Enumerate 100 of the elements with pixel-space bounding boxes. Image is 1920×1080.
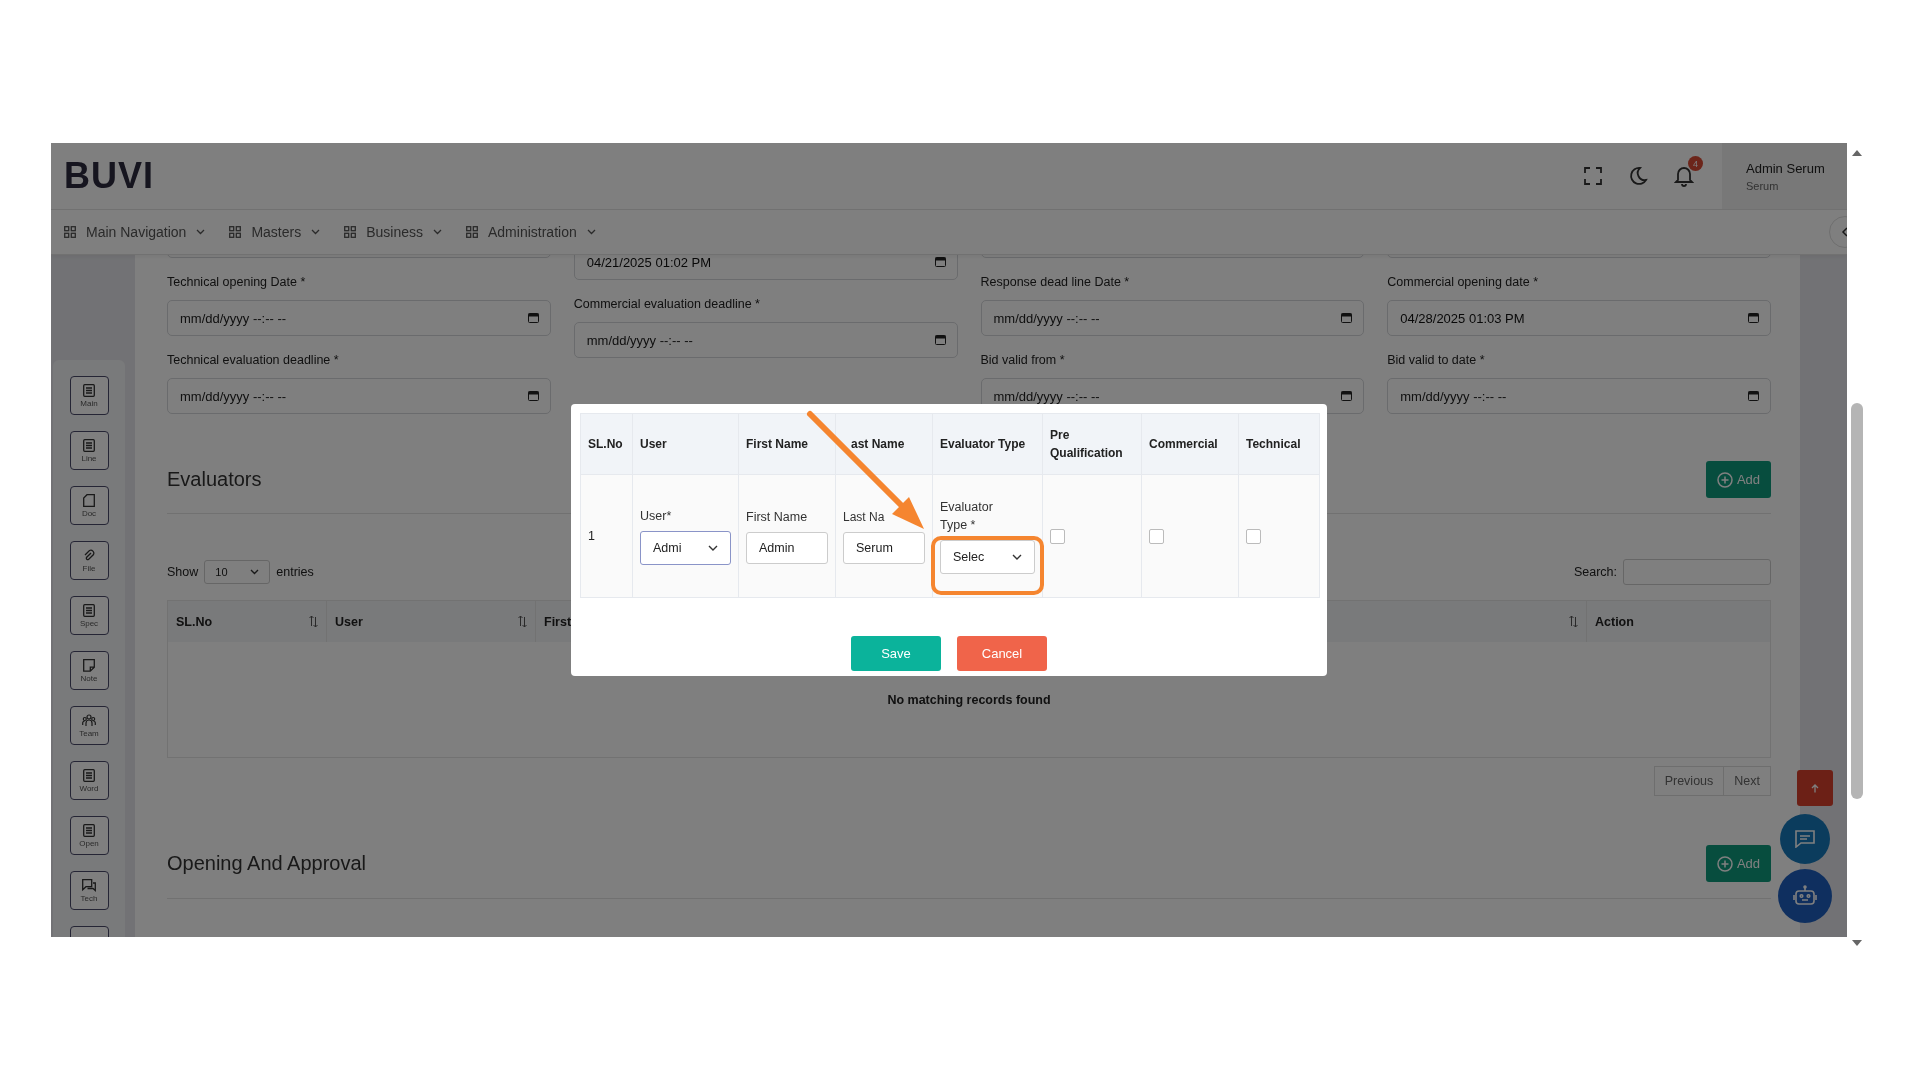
section-title: Evaluators	[167, 468, 262, 491]
pagination-button[interactable]: Next	[1724, 766, 1771, 796]
pagination-button[interactable]: Previous	[1653, 766, 1725, 796]
scroll-to-top-button[interactable]	[1796, 770, 1833, 806]
search-label: Search:	[1573, 565, 1617, 579]
checkbox[interactable]	[1050, 528, 1065, 544]
chevron-down-icon	[708, 545, 718, 551]
calendar-icon	[527, 390, 539, 401]
evaluator-type-select[interactable]: Selec	[940, 540, 1035, 574]
column-header: Commercial	[1141, 413, 1239, 475]
column-header: Pre Qualification	[1042, 413, 1142, 475]
date-field[interactable]: mm/dd/yyyy --:-- --	[167, 378, 551, 414]
sidebar-item[interactable]: Doc	[69, 486, 109, 525]
field-label: Last Na	[843, 509, 886, 526]
sidebar-item[interactable]: Spec	[69, 596, 109, 635]
moon-icon[interactable]	[1628, 166, 1648, 186]
sidebar-item[interactable]: Line	[69, 431, 109, 470]
calendar-icon	[934, 334, 946, 345]
sidebar-item[interactable]: File	[69, 541, 109, 580]
document-icon	[83, 768, 95, 782]
column-header[interactable]: User	[327, 601, 536, 642]
date-field[interactable]: 04/21/2025 01:02 PM	[573, 255, 958, 280]
field-label: First Name	[746, 509, 809, 526]
sort-icon	[1569, 615, 1578, 628]
chevron-left-icon	[1841, 227, 1847, 237]
entries-select[interactable]: 10	[204, 560, 271, 584]
field-label: User*	[640, 508, 673, 525]
last-name-field[interactable]: Serum	[843, 532, 925, 564]
plus-circle-icon	[1716, 855, 1733, 872]
column-header[interactable]: SL.No	[168, 601, 327, 642]
empty-table-message: No matching records found	[887, 692, 1051, 707]
sidebar-item[interactable]: Tech	[69, 871, 109, 910]
plus-circle-icon	[1716, 471, 1733, 488]
robot-icon	[1792, 885, 1817, 907]
sidebar-item[interactable]: Open	[69, 816, 109, 855]
chevron-down-icon	[250, 569, 260, 575]
date-field[interactable]: mm/dd/yyyy --:-- --	[167, 300, 551, 336]
save-button[interactable]: Save	[851, 636, 941, 671]
date-field[interactable]: mm/dd/yyyy --:-- --	[573, 322, 958, 358]
user-name: Admin Serum	[1746, 160, 1826, 176]
cancel-button[interactable]: Cancel	[957, 636, 1047, 671]
scroll-down-icon[interactable]	[1851, 939, 1863, 947]
nav-menu-item[interactable]: Masters	[229, 224, 321, 240]
date-field[interactable]: 04/28/2025 01:03 PM	[1387, 300, 1771, 336]
grid-icon	[466, 226, 478, 238]
row-number: 1	[588, 529, 595, 543]
calendar-icon	[1341, 312, 1353, 323]
sidebar-item[interactable]: Team	[69, 706, 109, 745]
first-name-field[interactable]: Admin	[746, 532, 828, 564]
user-select[interactable]: Admi	[640, 531, 731, 565]
note-icon	[83, 658, 95, 672]
date-field[interactable]: mm/dd/yyyy --:-- --	[980, 300, 1365, 336]
nav-menu-item[interactable]: Administration	[466, 224, 596, 240]
add-button[interactable]: Add	[1706, 845, 1771, 882]
calendar-icon	[1341, 390, 1353, 401]
field-label: Technical opening Date *	[167, 274, 307, 291]
logo: BUVI	[64, 155, 154, 197]
column-header: User	[632, 413, 739, 475]
checkbox[interactable]	[1246, 528, 1261, 544]
chevron-down-icon	[1012, 554, 1022, 560]
column-header[interactable]: Action	[1587, 601, 1770, 642]
field-label: Bid valid to date *	[1387, 352, 1486, 369]
date-field[interactable]: mm/dd/yyyy --:-- --	[1387, 378, 1771, 414]
add-button[interactable]: Add	[1706, 461, 1771, 498]
calendar-icon	[1748, 390, 1759, 401]
search-field[interactable]	[1623, 559, 1771, 585]
calendar-icon	[934, 256, 946, 267]
field-label: Commercial opening date *	[1387, 274, 1540, 291]
bell-icon[interactable]	[1674, 165, 1694, 187]
grid-icon	[229, 226, 242, 238]
field-label: Evaluator Type *	[940, 499, 993, 534]
field-label: Commercial evaluation deadline *	[573, 296, 761, 313]
section-title: Opening And Approval	[167, 852, 367, 875]
sidebar-item[interactable]: Note	[69, 651, 109, 690]
sort-icon	[309, 615, 318, 628]
notification-badge: 4	[1688, 156, 1703, 171]
column-header: Technical	[1238, 413, 1320, 475]
arrow-up-icon	[1810, 783, 1819, 793]
chevron-down-icon	[196, 229, 206, 235]
field-label: Technical evaluation deadline *	[167, 352, 340, 369]
chat-icon	[1794, 830, 1815, 848]
field-label: Bid valid from *	[980, 352, 1066, 369]
scroll-up-icon[interactable]	[1851, 149, 1863, 157]
sidebar-item[interactable]: Word	[69, 761, 109, 800]
column-header: ast Name	[835, 413, 933, 475]
checkbox[interactable]	[1149, 528, 1164, 544]
sidebar-item[interactable]: Main	[69, 376, 109, 415]
column-header: Evaluator Type	[932, 413, 1043, 475]
chevron-down-icon	[311, 229, 321, 235]
user-role: Serum	[1746, 179, 1780, 192]
nav-menu-item[interactable]: Main Navigation	[64, 224, 206, 240]
calendar-icon	[1748, 312, 1759, 323]
fullscreen-icon[interactable]	[1584, 167, 1602, 185]
nav-menu-item[interactable]: Business	[344, 224, 442, 240]
document-icon	[83, 823, 95, 837]
document-icon	[83, 383, 95, 397]
paperclip-icon	[83, 548, 95, 562]
document-icon	[83, 438, 95, 452]
chevron-down-icon	[433, 229, 442, 235]
entries-label: entries	[276, 565, 314, 579]
